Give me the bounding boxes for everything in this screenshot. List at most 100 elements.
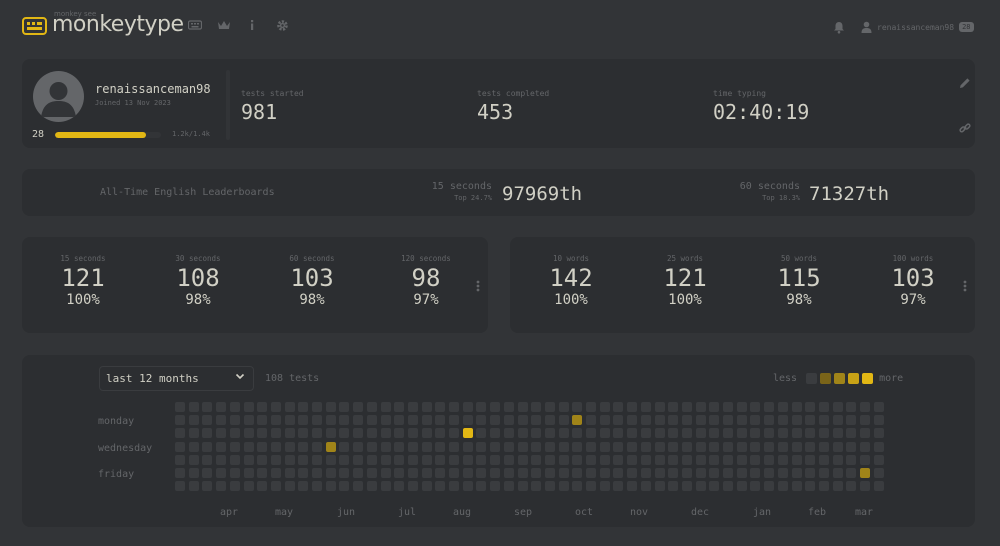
activity-day-cell[interactable] — [394, 428, 405, 439]
activity-day-cell[interactable] — [175, 428, 185, 439]
activity-day-cell[interactable] — [380, 481, 391, 492]
activity-day-cell[interactable] — [243, 468, 254, 478]
activity-day-cell[interactable] — [723, 468, 733, 478]
activity-day-cell[interactable] — [572, 468, 583, 478]
activity-day-cell[interactable] — [531, 468, 542, 478]
activity-day-cell[interactable] — [462, 441, 473, 452]
activity-day-cell[interactable] — [695, 481, 706, 492]
activity-day-cell[interactable] — [325, 428, 336, 439]
activity-day-cell[interactable] — [832, 454, 843, 465]
activity-day-cell[interactable] — [777, 428, 788, 439]
activity-day-cell[interactable] — [366, 415, 377, 426]
activity-day-cell[interactable] — [572, 402, 583, 412]
activity-day-cell[interactable] — [750, 415, 761, 426]
activity-day-cell[interactable] — [175, 468, 185, 478]
activity-day-cell[interactable] — [695, 415, 706, 426]
activity-day-cell[interactable] — [860, 481, 870, 492]
activity-day-cell[interactable] — [572, 428, 583, 439]
activity-day-cell[interactable] — [243, 454, 254, 465]
activity-day-cell[interactable] — [325, 468, 336, 478]
activity-day-cell[interactable] — [736, 481, 747, 492]
activity-day-cell[interactable] — [873, 468, 884, 478]
activity-day-cell[interactable] — [257, 415, 268, 426]
activity-day-cell[interactable] — [846, 415, 857, 426]
activity-day-cell[interactable] — [640, 415, 651, 426]
activity-day-cell[interactable] — [188, 402, 199, 412]
activity-day-cell[interactable] — [818, 428, 829, 439]
activity-day-cell[interactable] — [339, 468, 350, 478]
activity-day-cell[interactable] — [407, 441, 418, 452]
activity-day-cell[interactable] — [558, 428, 569, 439]
activity-day-cell[interactable] — [380, 415, 391, 426]
activity-day-cell[interactable] — [860, 402, 870, 412]
activity-day-cell[interactable] — [298, 441, 309, 452]
activity-day-cell[interactable] — [723, 481, 733, 492]
activity-day-cell[interactable] — [723, 441, 733, 452]
activity-day-cell[interactable] — [270, 468, 281, 478]
activity-day-cell[interactable] — [750, 468, 761, 478]
activity-day-cell[interactable] — [353, 428, 364, 439]
activity-day-cell[interactable] — [435, 468, 446, 478]
activity-day-cell[interactable] — [723, 454, 733, 465]
activity-day-cell[interactable] — [805, 481, 816, 492]
activity-day-cell[interactable] — [860, 415, 870, 426]
activity-day-cell[interactable] — [476, 415, 487, 426]
activity-day-cell[interactable] — [229, 468, 240, 478]
activity-day-cell[interactable] — [764, 454, 775, 465]
activity-day-cell[interactable] — [668, 441, 679, 452]
activity-day-cell[interactable] — [599, 454, 610, 465]
activity-day-cell[interactable] — [394, 468, 405, 478]
activity-day-cell[interactable] — [736, 428, 747, 439]
activity-day-cell[interactable] — [366, 481, 377, 492]
activity-day-cell[interactable] — [627, 468, 638, 478]
activity-day-cell[interactable] — [791, 415, 802, 426]
activity-day-cell[interactable] — [736, 415, 747, 426]
activity-day-cell[interactable] — [188, 441, 199, 452]
activity-day-cell[interactable] — [736, 468, 747, 478]
activity-day-cell[interactable] — [750, 454, 761, 465]
activity-day-cell[interactable] — [764, 441, 775, 452]
activity-day-cell[interactable] — [777, 468, 788, 478]
activity-day-cell[interactable] — [832, 402, 843, 412]
activity-day-cell[interactable] — [818, 415, 829, 426]
activity-day-cell[interactable] — [216, 402, 227, 412]
activity-day-cell[interactable] — [462, 428, 473, 439]
activity-day-cell[interactable] — [202, 402, 213, 412]
activity-day-cell[interactable] — [709, 428, 720, 439]
activity-day-cell[interactable] — [764, 402, 775, 412]
activity-day-cell[interactable] — [257, 454, 268, 465]
activity-day-cell[interactable] — [188, 454, 199, 465]
activity-day-cell[interactable] — [627, 481, 638, 492]
activity-day-cell[interactable] — [681, 468, 692, 478]
activity-day-cell[interactable] — [586, 441, 596, 452]
activity-day-cell[interactable] — [257, 481, 268, 492]
activity-day-cell[interactable] — [723, 415, 733, 426]
activity-day-cell[interactable] — [531, 441, 542, 452]
activity-day-cell[interactable] — [777, 481, 788, 492]
activity-day-cell[interactable] — [188, 481, 199, 492]
activity-day-cell[interactable] — [558, 481, 569, 492]
activity-day-cell[interactable] — [832, 415, 843, 426]
activity-day-cell[interactable] — [805, 428, 816, 439]
activity-day-cell[interactable] — [270, 402, 281, 412]
activity-day-cell[interactable] — [421, 441, 432, 452]
activity-day-cell[interactable] — [462, 415, 473, 426]
activity-day-cell[interactable] — [202, 441, 213, 452]
activity-day-cell[interactable] — [312, 454, 322, 465]
activity-day-cell[interactable] — [339, 441, 350, 452]
activity-day-cell[interactable] — [407, 481, 418, 492]
activity-day-cell[interactable] — [709, 415, 720, 426]
activity-day-cell[interactable] — [449, 481, 459, 492]
activity-day-cell[interactable] — [229, 481, 240, 492]
activity-day-cell[interactable] — [736, 454, 747, 465]
activity-day-cell[interactable] — [490, 481, 501, 492]
activity-day-cell[interactable] — [490, 468, 501, 478]
activity-day-cell[interactable] — [462, 468, 473, 478]
activity-day-cell[interactable] — [407, 468, 418, 478]
activity-day-cell[interactable] — [668, 454, 679, 465]
activity-day-cell[interactable] — [613, 481, 624, 492]
activity-day-cell[interactable] — [421, 402, 432, 412]
activity-day-cell[interactable] — [257, 441, 268, 452]
activity-day-cell[interactable] — [462, 454, 473, 465]
activity-day-cell[interactable] — [339, 428, 350, 439]
